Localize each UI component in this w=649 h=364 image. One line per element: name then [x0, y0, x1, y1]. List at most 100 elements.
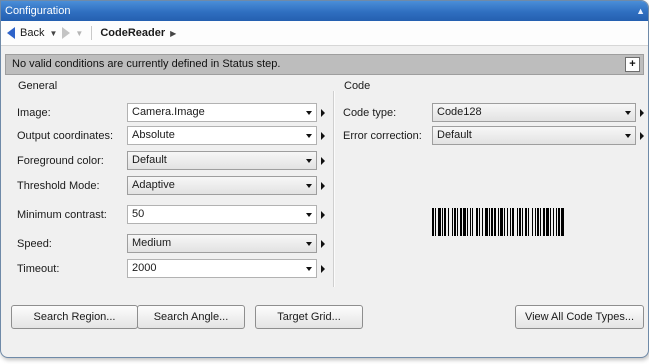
barcode-bar — [444, 208, 446, 236]
code-field-combo[interactable]: Default — [432, 126, 636, 145]
window-title: Configuration — [5, 5, 71, 17]
general-row: Minimum contrast: 50 — [9, 205, 333, 225]
toolbar-separator — [91, 26, 93, 40]
code-field-label: Code type: — [343, 107, 397, 119]
configuration-window: Configuration ▲ Back ▼ ▼ CodeReader ▶ No… — [0, 0, 649, 358]
barcode-bar — [540, 208, 541, 236]
barcode-bar — [442, 208, 443, 236]
barcode-bar — [432, 208, 434, 236]
barcode-bar — [561, 208, 564, 236]
general-field-value: Medium — [132, 237, 172, 249]
chevron-down-icon[interactable] — [306, 134, 312, 138]
back-arrow-icon[interactable] — [7, 27, 15, 39]
navigation-bar: Back ▼ ▼ CodeReader ▶ — [1, 21, 648, 46]
general-row: Timeout: 2000 — [9, 259, 333, 279]
general-field-combo[interactable]: Adaptive — [127, 176, 317, 195]
barcode-bar — [500, 208, 503, 236]
general-field-label: Output coordinates: — [17, 130, 114, 142]
barcode-bar — [452, 208, 453, 236]
chevron-down-icon[interactable] — [306, 242, 312, 246]
general-row: Image: Camera.Image — [9, 103, 333, 123]
general-field-input[interactable]: Camera.Image — [127, 103, 317, 122]
barcode-bar — [489, 208, 490, 236]
barcode-bar — [467, 208, 468, 236]
chevron-down-icon[interactable] — [306, 184, 312, 188]
expand-arrow-icon[interactable] — [640, 132, 644, 140]
search-region-button[interactable]: Search Region... — [11, 305, 138, 329]
barcode-bar — [438, 208, 441, 236]
add-condition-button[interactable]: + — [625, 57, 640, 72]
general-row: Threshold Mode: Adaptive — [9, 176, 333, 196]
general-field-value: 2000 — [132, 262, 157, 274]
barcode-bar — [558, 208, 560, 236]
code-row: Code type: Code128 — [335, 103, 644, 123]
general-field-label: Timeout: — [17, 263, 60, 275]
general-field-input[interactable]: Absolute — [127, 126, 317, 145]
expand-arrow-icon[interactable] — [321, 157, 325, 165]
barcode-bar — [550, 208, 551, 236]
barcode-bar — [535, 208, 536, 236]
barcode-bar — [494, 208, 496, 236]
expand-arrow-icon[interactable] — [321, 265, 325, 273]
barcode-bar — [522, 208, 523, 236]
code-field-label: Error correction: — [343, 130, 422, 142]
code-row: Error correction: Default — [335, 126, 644, 146]
barcode-bar — [472, 208, 473, 236]
general-field-value: Camera.Image — [132, 106, 205, 118]
chevron-down-icon[interactable] — [625, 111, 631, 115]
general-field-value: Default — [132, 154, 167, 166]
chevron-down-icon[interactable] — [306, 213, 312, 217]
barcode-bar — [512, 208, 514, 236]
target-grid-button[interactable]: Target Grid... — [255, 305, 363, 329]
corner-arrow-icon[interactable]: ▲ — [636, 1, 645, 21]
barcode-bar — [470, 208, 471, 236]
barcode-bar — [528, 208, 529, 236]
barcode-bar — [498, 208, 499, 236]
expand-arrow-icon[interactable] — [321, 211, 325, 219]
barcode-bar — [525, 208, 527, 236]
breadcrumb-codereader[interactable]: CodeReader — [100, 27, 165, 39]
general-field-input[interactable]: 50 — [127, 205, 317, 224]
code-field-value: Code128 — [437, 106, 482, 118]
search-angle-button[interactable]: Search Angle... — [137, 305, 245, 329]
general-field-input[interactable]: 2000 — [127, 259, 317, 278]
code-field-combo[interactable]: Code128 — [432, 103, 636, 122]
general-field-label: Threshold Mode: — [17, 180, 100, 192]
back-history-dropdown-icon[interactable]: ▼ — [49, 29, 57, 38]
chevron-down-icon[interactable] — [625, 134, 631, 138]
chevron-down-icon[interactable] — [306, 111, 312, 115]
expand-arrow-icon[interactable] — [640, 109, 644, 117]
general-field-label: Minimum contrast: — [17, 209, 107, 221]
barcode-bar — [457, 208, 458, 236]
forward-arrow-icon[interactable] — [62, 27, 71, 39]
view-all-code-types-button[interactable]: View All Code Types... — [515, 305, 644, 329]
expand-arrow-icon[interactable] — [321, 132, 325, 140]
barcode-bar — [543, 208, 545, 236]
barcode-bar — [454, 208, 456, 236]
barcode-bar — [485, 208, 488, 236]
expand-arrow-icon[interactable] — [321, 182, 325, 190]
back-button-label[interactable]: Back — [20, 27, 44, 39]
general-field-combo[interactable]: Medium — [127, 234, 317, 253]
breadcrumb-chevron-icon[interactable]: ▶ — [170, 29, 176, 38]
forward-history-dropdown-icon[interactable]: ▼ — [75, 29, 83, 38]
barcode-bar — [448, 208, 449, 236]
barcode-bar — [491, 208, 493, 236]
chevron-down-icon[interactable] — [306, 159, 312, 163]
general-row: Foreground color: Default — [9, 151, 333, 171]
barcode-bar — [482, 208, 483, 236]
general-field-combo[interactable]: Default — [127, 151, 317, 170]
barcode-bar — [532, 208, 533, 236]
chevron-down-icon[interactable] — [306, 267, 312, 271]
status-message: No valid conditions are currently define… — [12, 58, 281, 70]
barcode-bar — [435, 208, 436, 236]
barcode-bar — [476, 208, 478, 236]
barcode-bar — [556, 208, 557, 236]
barcode-bar — [510, 208, 511, 236]
general-row: Speed: Medium — [9, 234, 333, 254]
code-panel: Code type: Code128 Error correction: Defaul… — [334, 91, 644, 287]
expand-arrow-icon[interactable] — [321, 240, 325, 248]
general-row: Output coordinates: Absolute — [9, 126, 333, 146]
barcode-bar — [463, 208, 466, 236]
expand-arrow-icon[interactable] — [321, 109, 325, 117]
